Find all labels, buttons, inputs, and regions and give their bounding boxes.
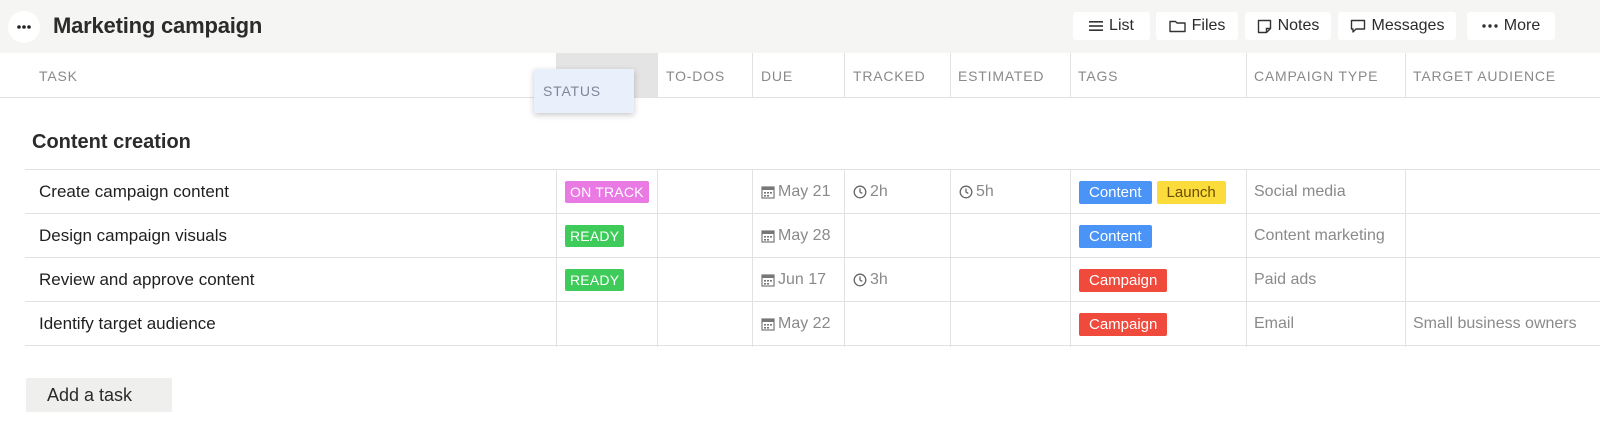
calendar-icon	[761, 185, 775, 199]
ellipsis-icon	[1482, 24, 1498, 28]
column-divider	[657, 53, 658, 98]
estimated-time-label: 5h	[976, 183, 994, 200]
column-divider	[752, 53, 753, 98]
status-badge[interactable]: ON TRACK	[565, 181, 649, 203]
tag-content[interactable]: Content	[1079, 180, 1152, 204]
task-name[interactable]: Identify target audience	[39, 302, 216, 346]
list-icon	[1089, 20, 1104, 32]
notes-label: Notes	[1277, 17, 1320, 34]
page-title: Marketing campaign	[53, 13, 263, 38]
note-icon	[1257, 19, 1272, 34]
column-header-tags[interactable]: TAGS	[1078, 68, 1118, 84]
campaign-type[interactable]: Content marketing	[1254, 214, 1385, 258]
ellipsis-icon	[17, 25, 31, 29]
column-header-task[interactable]: TASK	[39, 68, 78, 84]
more-options-button[interactable]	[8, 11, 40, 43]
clock-icon	[853, 185, 867, 199]
folder-icon	[1168, 19, 1186, 33]
column-header-row: TASK TO-DOS DUE TRACKED ESTIMATED TAGS C…	[0, 53, 1600, 98]
calendar-icon	[761, 317, 775, 331]
notes-button[interactable]: Notes	[1245, 12, 1331, 40]
tag-content[interactable]: Content	[1079, 224, 1152, 248]
column-divider	[1070, 53, 1071, 98]
target-audience[interactable]: Small business owners	[1413, 302, 1577, 346]
clock-icon	[853, 273, 867, 287]
table-row[interactable]: Design campaign visuals READY May 28 Con…	[25, 213, 1600, 258]
column-header-campaign-type[interactable]: CAMPAIGN TYPE	[1254, 68, 1378, 84]
messages-button[interactable]: Messages	[1338, 12, 1456, 40]
column-divider	[950, 53, 951, 98]
tracked-time[interactable]: 3h	[853, 258, 888, 302]
tracked-time[interactable]: 2h	[853, 170, 888, 214]
calendar-icon	[761, 229, 775, 243]
due-date[interactable]: May 28	[761, 214, 830, 258]
tracked-time-label: 2h	[870, 183, 888, 200]
due-date-label: Jun 17	[778, 271, 827, 288]
table-row[interactable]: Create campaign content ON TRACK May 21 …	[25, 169, 1600, 214]
top-bar: Marketing campaign List Files Notes Mess…	[0, 0, 1600, 53]
more-label: More	[1503, 17, 1541, 34]
task-name[interactable]: Review and approve content	[39, 258, 254, 302]
tag-launch[interactable]: Launch	[1156, 180, 1226, 204]
tag-campaign[interactable]: Campaign	[1079, 268, 1168, 292]
list-view-label: List	[1109, 17, 1134, 34]
files-label: Files	[1191, 17, 1226, 34]
column-header-status-dragging[interactable]: STATUS	[534, 69, 634, 113]
column-divider	[844, 53, 845, 98]
due-date[interactable]: May 22	[761, 302, 830, 346]
task-name[interactable]: Create campaign content	[39, 170, 229, 214]
chat-bubble-icon	[1350, 19, 1366, 34]
campaign-type[interactable]: Paid ads	[1254, 258, 1316, 302]
table-row[interactable]: Identify target audience May 22 Campaign…	[25, 301, 1600, 346]
messages-label: Messages	[1371, 17, 1445, 34]
status-badge[interactable]: READY	[565, 225, 625, 247]
campaign-type[interactable]: Social media	[1254, 170, 1346, 214]
tag-campaign[interactable]: Campaign	[1079, 312, 1168, 336]
tracked-time-label: 3h	[870, 271, 888, 288]
calendar-icon	[761, 273, 775, 287]
files-button[interactable]: Files	[1156, 12, 1238, 40]
due-date-label: May 28	[778, 227, 831, 244]
campaign-type[interactable]: Email	[1254, 302, 1294, 346]
column-header-tracked[interactable]: TRACKED	[853, 68, 926, 84]
table-row[interactable]: Review and approve content READY Jun 17 …	[25, 257, 1600, 302]
due-date-label: May 22	[778, 315, 831, 332]
task-name[interactable]: Design campaign visuals	[39, 214, 227, 258]
due-date[interactable]: Jun 17	[761, 258, 826, 302]
due-date-label: May 21	[778, 183, 831, 200]
group-title[interactable]: Content creation	[32, 131, 191, 154]
more-button[interactable]: More	[1467, 12, 1555, 40]
list-view-button[interactable]: List	[1073, 12, 1150, 40]
column-divider	[1246, 53, 1247, 98]
add-task-button[interactable]: Add a task	[26, 378, 172, 412]
clock-icon	[959, 185, 973, 199]
estimated-time[interactable]: 5h	[959, 170, 994, 214]
column-divider	[1405, 53, 1406, 98]
due-date[interactable]: May 21	[761, 170, 830, 214]
column-header-due[interactable]: DUE	[761, 68, 793, 84]
status-badge[interactable]: READY	[565, 269, 625, 291]
column-header-todos[interactable]: TO-DOS	[666, 68, 725, 84]
column-header-estimated[interactable]: ESTIMATED	[958, 68, 1044, 84]
column-header-target-audience[interactable]: TARGET AUDIENCE	[1413, 68, 1556, 84]
